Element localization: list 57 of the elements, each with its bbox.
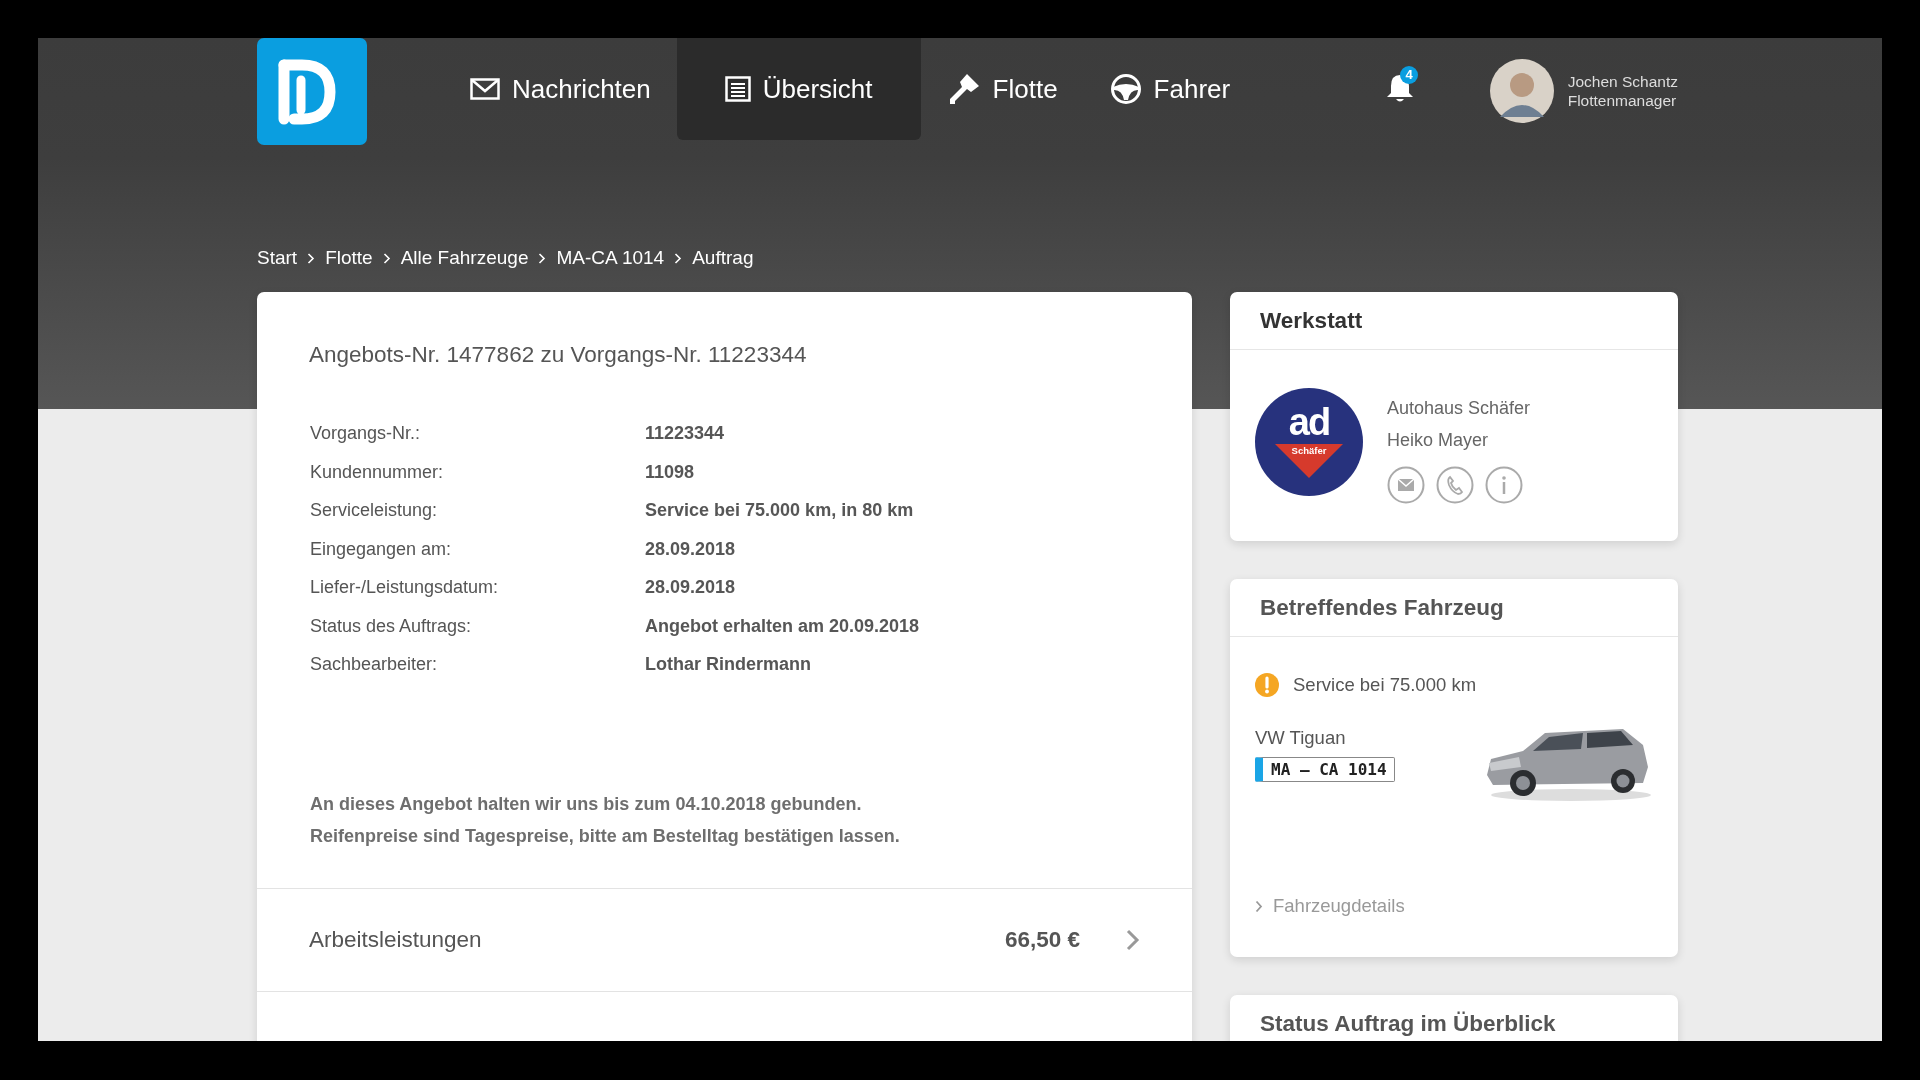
chevron-icon — [307, 252, 316, 264]
mail-icon[interactable] — [1387, 466, 1425, 504]
document-icon — [724, 76, 751, 102]
field-label: Liefer-/Leistungsdatum: — [310, 576, 500, 599]
position-label: Arbeitsleistungen — [309, 926, 483, 953]
field-value: 11098 — [645, 460, 696, 484]
steering-wheel-icon — [1109, 73, 1142, 105]
breadcrumb-link[interactable]: Alle Fahrzeuge — [400, 247, 529, 269]
card-title: Werkstatt — [1230, 292, 1678, 350]
field-label: Vorgangs-Nr.: — [310, 422, 422, 445]
note-text: An dieses Angebot halten wir uns bis zum 04.10.2018 gebunden. — [310, 792, 863, 816]
nav-tab[interactable]: Fahrer — [1083, 38, 1257, 140]
field-value: Angebot erhalten am 20.09.2018 — [645, 614, 921, 638]
logo-text: Schäfer — [1290, 445, 1328, 456]
nav-tab[interactable]: Übersicht — [676, 38, 921, 140]
chevron-icon — [1126, 928, 1140, 951]
field-label: Kundennummer: — [310, 460, 445, 484]
field-label: Serviceleistung: — [310, 499, 439, 522]
breadcrumb-link[interactable]: MA-CA 1014 — [556, 247, 665, 269]
note-text: Reifenpreise sind Tagespreise, bitte am Bestelltag bestätigen lassen. — [310, 824, 901, 848]
breadcrumb-link[interactable]: Flotte — [325, 247, 373, 269]
workshop-name: Autohaus Schäfer — [1387, 397, 1531, 420]
breadcrumb-link[interactable]: Auftrag — [692, 247, 754, 269]
field-value: Service bei 75.000 km, in 80 km — [645, 499, 915, 522]
logo-text: ad — [1288, 406, 1330, 438]
breadcrumb-link[interactable]: Start — [257, 247, 298, 269]
warning-icon — [1255, 673, 1279, 697]
phone-icon[interactable] — [1436, 466, 1474, 504]
field-label: Eingegangen am: — [310, 537, 453, 561]
info-icon[interactable] — [1485, 466, 1523, 504]
license-plate: MA – CA 1014 — [1255, 757, 1395, 782]
chevron-icon — [1255, 899, 1263, 913]
alert-text: Service bei 75.000 km — [1293, 674, 1477, 696]
notification-badge: 4 — [1400, 66, 1419, 84]
nav-tab[interactable]: Flotte — [920, 38, 1084, 140]
position-amount: 66,50 € — [1004, 926, 1080, 953]
contact-name: Heiko Mayer — [1387, 429, 1490, 452]
card-title: Betreffendes Fahrzeug — [1230, 579, 1678, 637]
chevron-icon — [674, 252, 683, 264]
chevron-icon — [538, 252, 547, 264]
field-label: Sachbearbeiter: — [310, 653, 439, 676]
chevron-icon — [382, 252, 391, 264]
field-label: Status des Auftrags: — [310, 614, 473, 638]
field-value: 28.09.2018 — [645, 537, 737, 561]
field-value: Lothar Rindermann — [645, 653, 812, 676]
card-title: Status Auftrag im Überblick — [1230, 995, 1678, 1041]
avatar-icon[interactable] — [1489, 59, 1554, 123]
field-value: 11223344 — [645, 422, 726, 445]
offer-title: Angebots-Nr. 1477862 zu Vorgangs-Nr. 11223344 — [309, 342, 808, 368]
user-role: Flottenmanager — [1567, 91, 1678, 110]
field-value: 28.09.2018 — [645, 576, 737, 599]
mail-icon — [470, 78, 500, 100]
nav-tab[interactable]: Nachrichten — [444, 38, 677, 140]
user-name: Jochen Schantz — [1567, 72, 1678, 91]
vehicle-model: VW Tiguan — [1255, 727, 1347, 749]
position-row[interactable]: Arbeitsleistungen 66,50 € — [257, 887, 1192, 991]
logo-icon[interactable] — [257, 38, 367, 145]
